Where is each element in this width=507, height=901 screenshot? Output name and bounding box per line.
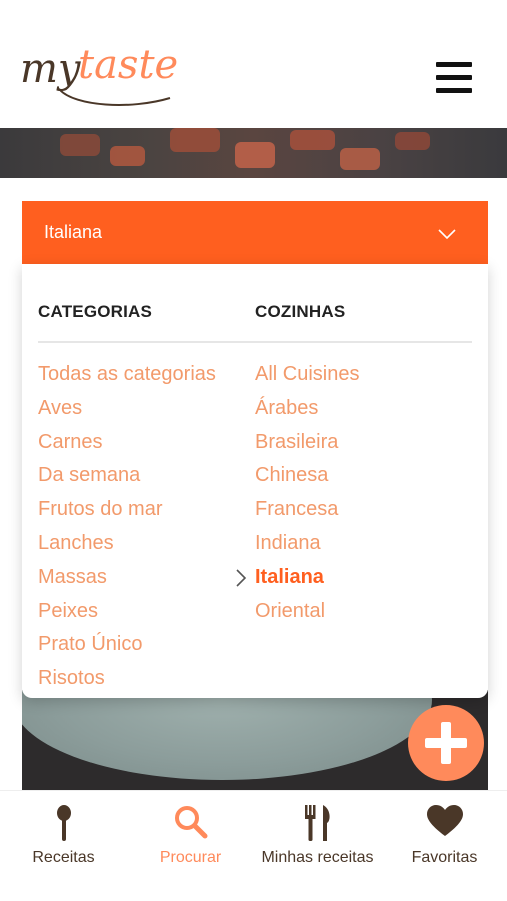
search-icon: [174, 806, 207, 839]
categories-header: CATEGORIAS: [38, 302, 153, 321]
heart-icon: [426, 805, 463, 836]
hero-food-image: [0, 128, 507, 178]
cuisine-item[interactable]: All Cuisines: [255, 360, 359, 394]
cuisine-item-selected[interactable]: Italiana: [236, 563, 359, 597]
category-item[interactable]: Peixes: [38, 597, 216, 631]
category-item[interactable]: Prato Único: [38, 630, 216, 664]
cuisine-item[interactable]: Árabes: [255, 394, 359, 428]
nav-label: Receitas: [32, 849, 95, 866]
svg-text:my: my: [20, 46, 82, 92]
cuisine-item[interactable]: Oriental: [255, 597, 359, 631]
nav-favoritas[interactable]: Favoritas: [381, 791, 507, 901]
category-item[interactable]: Carnes: [38, 428, 216, 462]
chevron-down-icon: [438, 229, 456, 239]
nav-procurar[interactable]: Procurar: [127, 791, 254, 901]
category-item[interactable]: Lanches: [38, 529, 216, 563]
nav-minhas-receitas[interactable]: Minhas receitas: [254, 791, 381, 901]
divider: [38, 341, 472, 343]
cuisines-list: All Cuisines Árabes Brasileira Chinesa F…: [236, 360, 359, 631]
category-item[interactable]: Frutos do mar: [38, 495, 216, 529]
nav-label: Minhas receitas: [261, 849, 374, 866]
nav-receitas[interactable]: Receitas: [0, 791, 127, 901]
cuisine-item[interactable]: Brasileira: [255, 428, 359, 462]
categories-list: Todas as categorias Aves Carnes Da seman…: [38, 360, 216, 698]
nav-label: Favoritas: [411, 849, 478, 866]
category-item[interactable]: Aves: [38, 394, 216, 428]
spoon-icon: [56, 805, 71, 841]
cuisine-item[interactable]: Francesa: [255, 495, 359, 529]
selected-value: Italiana: [44, 222, 103, 242]
svg-text:taste: taste: [78, 42, 178, 88]
filter-dropdown: CATEGORIAS COZINHAS Todas as categorias …: [22, 264, 488, 698]
chevron-right-icon: [236, 568, 247, 587]
cuisine-item[interactable]: Indiana: [255, 529, 359, 563]
category-item[interactable]: Todas as categorias: [38, 360, 216, 394]
bottom-nav: Receitas Procurar Minhas receitas Favori…: [0, 790, 507, 901]
cuisines-header: COZINHAS: [255, 302, 346, 321]
fork-knife-icon: [304, 805, 330, 841]
hamburger-menu-icon[interactable]: [436, 62, 472, 94]
mytaste-logo: my taste: [20, 42, 178, 106]
cuisine-select[interactable]: Italiana: [22, 201, 488, 264]
app-header: my taste: [0, 0, 507, 128]
category-item[interactable]: Massas: [38, 563, 216, 597]
cuisine-item[interactable]: Chinesa: [255, 461, 359, 495]
nav-label: Procurar: [159, 849, 222, 866]
add-button[interactable]: [408, 705, 484, 781]
category-item[interactable]: Risotos: [38, 664, 216, 698]
category-item[interactable]: Da semana: [38, 461, 216, 495]
selected-cuisine-label: Italiana: [255, 565, 324, 588]
